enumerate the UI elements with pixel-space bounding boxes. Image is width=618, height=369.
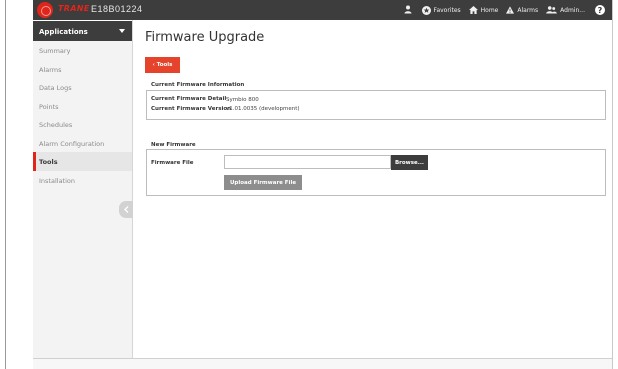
firmware-file-label: Firmware File — [151, 160, 194, 166]
home-label: Home — [480, 6, 499, 14]
sidebar: Applications Summary Alarms Data Logs Po… — [33, 20, 133, 360]
app-window: TRANE E18B01224 Favorites Home Alarms Ad… — [33, 0, 612, 360]
admin-menu[interactable]: Admin... — [546, 6, 585, 14]
firmware-file-input[interactable] — [224, 155, 391, 169]
sidebar-item-summary[interactable]: Summary — [33, 41, 132, 60]
outer-left-border — [5, 0, 6, 369]
alarms-link[interactable]: Alarms — [506, 6, 538, 14]
chevron-left-icon — [123, 206, 128, 213]
screenshot-frame: TRANE E18B01224 Favorites Home Alarms Ad… — [0, 0, 618, 369]
applications-menu-header[interactable]: Applications — [33, 20, 132, 41]
firmware-version-label: Current Firmware Version — [151, 106, 232, 112]
brand-logo-text: TRANE — [58, 4, 90, 13]
browse-button[interactable]: Browse... — [391, 155, 428, 170]
favorites-label: Favorites — [433, 6, 461, 14]
device-id: E18B01224 — [91, 4, 143, 14]
current-firmware-heading: Current Firmware Information — [151, 82, 245, 88]
sidebar-item-alarm-configuration[interactable]: Alarm Configuration — [33, 134, 132, 153]
home-link[interactable]: Home — [468, 6, 499, 14]
home-icon — [468, 6, 478, 14]
trane-logo-icon — [37, 2, 53, 18]
back-to-tools-button[interactable]: ‹ Tools — [145, 57, 180, 73]
page-title: Firmware Upgrade — [145, 30, 265, 45]
sidebar-item-points[interactable]: Points — [33, 97, 132, 116]
bottom-strip — [33, 359, 612, 369]
outer-right-border — [612, 0, 613, 369]
new-firmware-heading: New Firmware — [151, 142, 196, 148]
sidebar-collapse-button[interactable] — [119, 201, 133, 218]
admin-label: Admin... — [560, 6, 585, 14]
sidebar-item-data-logs[interactable]: Data Logs — [33, 78, 132, 97]
sidebar-item-schedules[interactable]: Schedules — [33, 115, 132, 134]
favorites-link[interactable]: Favorites — [421, 5, 461, 15]
firmware-detail-value: Symbio 800 — [226, 97, 259, 103]
top-nav: Favorites Home Alarms Admin... ? — [404, 0, 612, 20]
main-content: Firmware Upgrade ‹ Tools Current Firmwar… — [134, 20, 612, 360]
alarms-label: Alarms — [517, 6, 539, 14]
help-icon[interactable]: ? — [595, 5, 605, 15]
firmware-detail-label: Current Firmware Detail — [151, 96, 227, 102]
alarm-icon — [506, 6, 515, 14]
users-icon — [546, 6, 557, 14]
star-icon — [421, 5, 431, 15]
upload-firmware-button[interactable]: Upload Firmware File — [224, 175, 302, 190]
top-bar: TRANE E18B01224 Favorites Home Alarms Ad… — [33, 0, 612, 20]
firmware-version-value: v1.01.0035 (development) — [226, 106, 300, 112]
current-firmware-panel: Current Firmware Detail Symbio 800 Curre… — [146, 90, 606, 120]
sidebar-item-tools[interactable]: Tools — [33, 152, 132, 171]
sidebar-item-installation[interactable]: Installation — [33, 171, 132, 190]
caret-down-icon — [119, 29, 125, 33]
applications-label: Applications — [39, 28, 88, 36]
user-icon[interactable] — [404, 5, 412, 16]
sidebar-item-alarms[interactable]: Alarms — [33, 60, 132, 79]
new-firmware-panel: Firmware File Browse... Upload Firmware … — [146, 149, 606, 196]
